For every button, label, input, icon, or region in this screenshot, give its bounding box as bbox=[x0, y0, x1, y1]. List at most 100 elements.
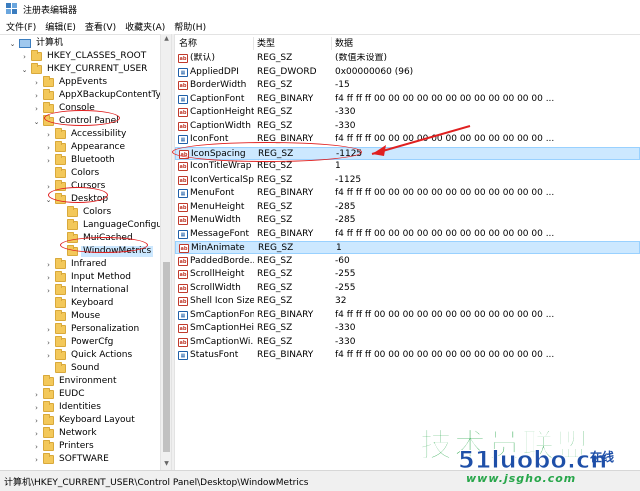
chevron-right-icon[interactable]: › bbox=[44, 339, 53, 347]
table-row[interactable]: ab CaptionHeight REG_SZ -330 bbox=[175, 106, 640, 119]
chevron-right-icon[interactable]: › bbox=[44, 131, 53, 139]
tree-node-quick-actions[interactable]: › Quick Actions bbox=[44, 349, 134, 362]
tree-node-keyboard-layout[interactable]: › Keyboard Layout bbox=[32, 414, 137, 427]
tree-node-personalization[interactable]: › Personalization bbox=[44, 323, 141, 336]
folder-icon bbox=[55, 323, 66, 334]
tree-node-powercfg[interactable]: › PowerCfg bbox=[44, 336, 115, 349]
chevron-right-icon[interactable]: › bbox=[32, 92, 41, 100]
tree-node-infrared[interactable]: › Infrared bbox=[44, 258, 109, 271]
chevron-right-icon[interactable]: › bbox=[44, 352, 53, 360]
table-row[interactable]: ▦ SmCaptionFont REG_BINARY f4 ff ff ff 00 0… bbox=[175, 309, 640, 322]
tree-node-printers[interactable]: › Printers bbox=[32, 440, 96, 453]
chevron-right-icon[interactable]: › bbox=[32, 456, 41, 464]
tree-node-network[interactable]: › Network bbox=[32, 427, 99, 440]
table-row[interactable]: ab IconTitleWrap REG_SZ 1 bbox=[175, 160, 640, 173]
chevron-right-icon[interactable]: › bbox=[32, 430, 41, 438]
tree-node-colors[interactable]: Colors bbox=[44, 167, 101, 180]
value-name: CaptionFont bbox=[190, 93, 245, 104]
chevron-right-icon[interactable]: › bbox=[32, 391, 41, 399]
table-row[interactable]: ▦ CaptionFont REG_BINARY f4 ff ff ff 00 00 … bbox=[175, 93, 640, 106]
chevron-right-icon[interactable]: › bbox=[44, 274, 53, 282]
tree-node-bluetooth[interactable]: › Bluetooth bbox=[44, 154, 117, 167]
chevron-right-icon[interactable]: › bbox=[32, 105, 41, 113]
tree-node-environment[interactable]: Environment bbox=[32, 375, 118, 388]
tree-node-appearance[interactable]: › Appearance bbox=[44, 141, 127, 154]
table-row[interactable]: ab MinAnimate REG_SZ 1 bbox=[175, 241, 640, 254]
tree-node-label: Identities bbox=[59, 402, 101, 412]
table-row[interactable]: ab Shell Icon Size REG_SZ 32 bbox=[175, 295, 640, 308]
chevron-right-icon[interactable]: › bbox=[44, 326, 53, 334]
tree-scrollbar[interactable]: ▲ ▼ bbox=[160, 34, 171, 470]
tree-node-input-method[interactable]: › Input Method bbox=[44, 271, 133, 284]
chevron-right-icon[interactable]: › bbox=[44, 261, 53, 269]
tree-node-accessibility[interactable]: › Accessibility bbox=[44, 128, 128, 141]
folder-icon bbox=[55, 284, 66, 295]
table-row[interactable]: abSmCaptionHei...REG_SZ -330 bbox=[175, 322, 640, 335]
values-list[interactable]: 名称 类型 数据 ab (默认) REG_SZ (数值未设置) ▦ AppliedDPI R… bbox=[175, 34, 640, 470]
table-row[interactable]: ab PaddedBorde... REG_SZ -60 bbox=[175, 255, 640, 268]
table-row[interactable]: ab ScrollHeight REG_SZ -255 bbox=[175, 268, 640, 281]
tree-node-appxbackup[interactable]: › AppXBackupContentType bbox=[32, 89, 160, 102]
tree-node-identities[interactable]: › Identities bbox=[32, 401, 103, 414]
table-row[interactable]: ab BorderWidth REG_SZ -15 bbox=[175, 79, 640, 92]
tree-node-software[interactable]: › SOFTWARE bbox=[32, 453, 111, 466]
value-data: f4 ff ff ff 00 00 00 00 00 00 00 00 00 0… bbox=[335, 350, 555, 360]
chevron-right-icon[interactable]: › bbox=[44, 287, 53, 295]
table-row[interactable]: ▦ AppliedDPI REG_DWORD 0x00000060 (96) bbox=[175, 66, 640, 79]
menu-file[interactable]: 文件(F) bbox=[6, 20, 36, 33]
tree-node-computer[interactable]: ⌄ 计算机 bbox=[8, 37, 65, 50]
menu-view[interactable]: 查看(V) bbox=[85, 20, 116, 33]
table-row[interactable]: ab MenuHeight REG_SZ -285 bbox=[175, 201, 640, 214]
tree-node-desktop-colors[interactable]: Colors bbox=[56, 206, 113, 219]
menu-edit[interactable]: 编辑(E) bbox=[45, 20, 76, 33]
table-row[interactable]: ab ScrollWidth REG_SZ -255 bbox=[175, 282, 640, 295]
status-path: 计算机\HKEY_CURRENT_USER\Control Panel\Desk… bbox=[4, 477, 309, 488]
chevron-right-icon[interactable]: › bbox=[20, 53, 29, 61]
chevron-down-icon[interactable]: ⌄ bbox=[20, 66, 29, 74]
tree-node-hkcr[interactable]: › HKEY_CLASSES_ROOT bbox=[20, 50, 148, 63]
table-row[interactable]: ab (默认) REG_SZ (数值未设置) bbox=[175, 52, 640, 65]
chevron-down-icon[interactable]: ⌄ bbox=[8, 40, 17, 48]
scrollbar-thumb[interactable] bbox=[163, 262, 170, 452]
string-value-icon: ab bbox=[178, 297, 188, 306]
chevron-right-icon[interactable]: › bbox=[32, 443, 41, 451]
chevron-right-icon[interactable]: › bbox=[44, 183, 53, 191]
chevron-right-icon[interactable]: › bbox=[32, 79, 41, 87]
folder-icon bbox=[43, 102, 54, 113]
table-row[interactable]: ▦ MenuFont REG_BINARY f4 ff ff ff 00 00 00 … bbox=[175, 187, 640, 200]
scroll-down-icon[interactable]: ▼ bbox=[163, 460, 170, 468]
tree-node-languageconfigurat[interactable]: LanguageConfigurat bbox=[56, 219, 160, 232]
chevron-right-icon[interactable]: › bbox=[32, 404, 41, 412]
scroll-up-icon[interactable]: ▲ bbox=[163, 35, 170, 43]
folder-icon bbox=[43, 401, 54, 412]
chevron-right-icon[interactable]: › bbox=[44, 157, 53, 165]
table-row[interactable]: ▦ StatusFont REG_BINARY f4 ff ff ff 00 00 0… bbox=[175, 349, 640, 362]
column-header-type[interactable]: 类型 bbox=[257, 38, 275, 50]
table-row[interactable]: abIconVerticalSp...REG_SZ -1125 bbox=[175, 174, 640, 187]
chevron-right-icon[interactable]: › bbox=[32, 417, 41, 425]
column-header-data[interactable]: 数据 bbox=[335, 38, 353, 50]
chevron-right-icon[interactable]: › bbox=[44, 144, 53, 152]
tree-node-eudc[interactable]: › EUDC bbox=[32, 388, 87, 401]
chevron-down-icon[interactable]: ⌄ bbox=[32, 118, 41, 126]
table-row[interactable]: ab SmCaptionWi... REG_SZ -330 bbox=[175, 336, 640, 349]
tree-node-mouse[interactable]: Mouse bbox=[44, 310, 102, 323]
tree-node-hkcu[interactable]: ⌄ HKEY_CURRENT_USER bbox=[20, 63, 149, 76]
menu-help[interactable]: 帮助(H) bbox=[174, 20, 206, 33]
tree-node-international[interactable]: › International bbox=[44, 284, 130, 297]
tree-node-label: Infrared bbox=[71, 259, 107, 269]
regedit-icon bbox=[6, 3, 17, 14]
menu-favorites[interactable]: 收藏夹(A) bbox=[125, 20, 165, 33]
tree-node-appevents[interactable]: › AppEvents bbox=[32, 76, 109, 89]
column-separator[interactable] bbox=[253, 37, 254, 50]
column-separator[interactable] bbox=[331, 37, 332, 50]
folder-icon bbox=[43, 375, 54, 386]
table-row[interactable]: ab CaptionWidth REG_SZ -330 bbox=[175, 120, 640, 133]
table-row[interactable]: ab MenuWidth REG_SZ -285 bbox=[175, 214, 640, 227]
column-header-name[interactable]: 名称 bbox=[179, 38, 197, 50]
registry-tree[interactable]: ⌄ 计算机 › HKEY_CLASSES_ROOT ⌄ HKEY_CURRENT_USER… bbox=[0, 34, 160, 470]
tree-node-sound[interactable]: Sound bbox=[44, 362, 101, 375]
table-row[interactable]: ▦ MessageFont REG_BINARY f4 ff ff ff 00 00 … bbox=[175, 228, 640, 241]
value-type: REG_SZ bbox=[257, 282, 293, 293]
tree-node-keyboard[interactable]: Keyboard bbox=[44, 297, 115, 310]
